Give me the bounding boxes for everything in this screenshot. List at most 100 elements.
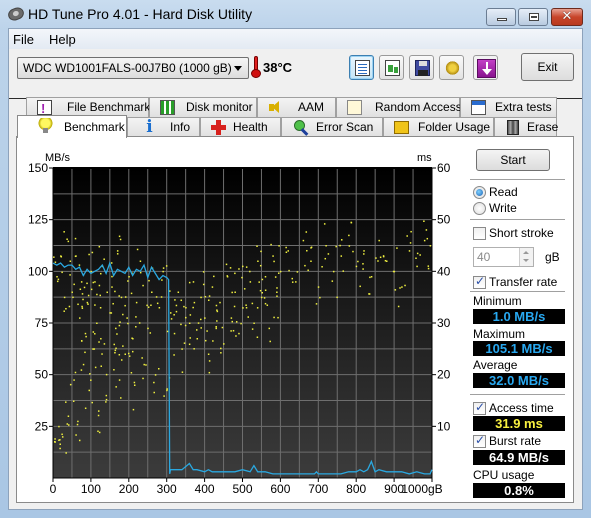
access-time-point (208, 295, 211, 297)
access-time-point (65, 401, 67, 403)
access-time-point (426, 237, 429, 240)
access-time-point (200, 318, 202, 321)
access-time-point (118, 295, 120, 297)
access-time-point (111, 286, 113, 288)
access-time-point (99, 307, 102, 309)
access-time-point (304, 264, 306, 267)
access-time-point (212, 340, 214, 342)
access-time-point (232, 329, 235, 332)
separator (470, 291, 565, 292)
access-time-point (143, 363, 145, 366)
access-time-point (416, 265, 418, 268)
access-time-point (67, 415, 70, 417)
access-time-point (274, 276, 277, 278)
access-time-point (122, 345, 124, 347)
access-time-point (384, 259, 387, 262)
access-time-point (80, 369, 83, 371)
access-time-point (409, 242, 412, 244)
access-time-point (81, 293, 84, 295)
access-time-point (378, 239, 380, 242)
access-time-point (230, 330, 232, 332)
short-stroke-spinner[interactable]: 40 (473, 247, 534, 267)
access-time-point (285, 251, 288, 254)
access-time-point (92, 281, 95, 284)
access-time-point (138, 322, 141, 324)
separator (470, 394, 565, 395)
access-time-point (74, 255, 77, 258)
access-time-point (234, 291, 236, 293)
access-time-point (291, 277, 293, 280)
access-time-point (288, 269, 290, 272)
access-time-point (175, 304, 178, 307)
access-time-point (166, 330, 169, 333)
access-time-point (379, 256, 382, 259)
access-time-point (181, 371, 184, 373)
access-time-point (315, 303, 318, 305)
minimum-value: 1.0 MB/s (473, 309, 565, 324)
access-time-checkbox[interactable] (473, 400, 486, 415)
access-time-point (261, 278, 264, 281)
maximum-value: 105.1 MB/s (473, 341, 565, 356)
access-time-point (245, 266, 248, 268)
access-time-point (310, 260, 312, 262)
access-time-point (66, 423, 69, 425)
access-time-point (98, 341, 100, 343)
access-time-point (126, 317, 128, 319)
access-time-point (175, 310, 178, 313)
access-time-point (243, 288, 246, 290)
access-time-point (63, 296, 66, 299)
access-time-point (196, 329, 198, 331)
access-time-point (106, 291, 108, 294)
access-time-point (226, 275, 229, 277)
access-time-point (235, 321, 238, 323)
access-time-point (352, 250, 354, 253)
access-time-point (204, 339, 207, 342)
separator (470, 179, 565, 180)
write-radio[interactable] (473, 202, 486, 215)
access-time-point (220, 352, 222, 354)
access-time-point (370, 276, 373, 278)
write-label: Write (489, 201, 517, 215)
access-time-point (220, 347, 222, 350)
average-label: Average (473, 358, 518, 372)
start-button[interactable]: Start (476, 149, 550, 171)
y2-tick-label: 40 (437, 264, 451, 278)
access-time-point (153, 381, 155, 384)
access-time-point (89, 373, 91, 375)
access-time-point (238, 332, 240, 335)
access-time-point (136, 248, 139, 251)
access-time-point (193, 301, 196, 304)
access-time-point (335, 245, 337, 248)
maximum-label: Maximum (473, 327, 526, 341)
short-stroke-checkbox[interactable] (473, 227, 486, 240)
access-time-point (419, 254, 421, 256)
access-time-point (340, 255, 343, 257)
access-time-point (141, 357, 143, 359)
access-time-point (113, 343, 115, 346)
access-time-point (276, 291, 278, 293)
access-time-point (103, 343, 106, 345)
access-time-point (241, 276, 243, 279)
access-time-point (276, 287, 278, 289)
access-time-point (363, 253, 365, 255)
spinner-arrows-icon[interactable] (519, 248, 533, 266)
transfer-rate-checkbox[interactable] (473, 274, 486, 289)
y-tick-label: 75 (35, 316, 49, 330)
access-time-point (180, 323, 182, 326)
tab-benchmark[interactable]: Benchmark (17, 115, 127, 138)
access-time-point (189, 314, 192, 316)
access-time-point (91, 251, 94, 254)
access-time-point (72, 296, 74, 299)
access-time-point (76, 423, 79, 426)
access-time-point (100, 272, 102, 275)
read-radio[interactable] (473, 186, 486, 199)
access-time-point (58, 425, 60, 428)
access-time-point (200, 296, 202, 299)
access-time-point (87, 303, 89, 305)
access-time-point (130, 372, 133, 374)
access-time-point (96, 293, 98, 296)
access-time-point (216, 320, 218, 322)
access-time-point (382, 255, 385, 257)
burst-rate-checkbox[interactable] (473, 433, 486, 448)
access-time-point (119, 238, 122, 241)
